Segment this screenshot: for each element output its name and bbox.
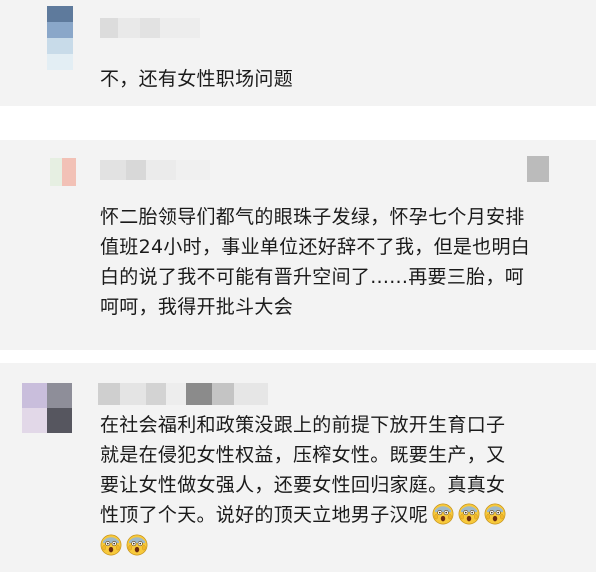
username[interactable] bbox=[100, 160, 210, 180]
comment-text: 不，还有女性职场问题 bbox=[100, 68, 294, 90]
comment-text: 在社会福利和政策没跟上的前提下放开生育口子 就是在侵犯女性权益，压榨女性。既要生… bbox=[100, 410, 506, 530]
comment-text: 怀二胎领导们都气的眼珠子发绿，怀孕七个月安排 值班24小时，事业单位还好辞不了我… bbox=[100, 206, 531, 318]
scream-emoji-icon bbox=[126, 534, 148, 556]
like-icon[interactable] bbox=[527, 156, 549, 182]
username[interactable] bbox=[98, 383, 268, 405]
avatar[interactable] bbox=[47, 6, 73, 70]
avatar[interactable] bbox=[50, 158, 76, 186]
comment-card: 在社会福利和政策没跟上的前提下放开生育口子 就是在侵犯女性权益，压榨女性。既要生… bbox=[0, 363, 596, 572]
scream-emoji-icon bbox=[432, 503, 454, 525]
username[interactable] bbox=[100, 18, 200, 38]
emoji-row bbox=[96, 531, 148, 561]
scream-emoji-icon bbox=[484, 503, 506, 525]
comment-card: 怀二胎领导们都气的眼珠子发绿，怀孕七个月安排 值班24小时，事业单位还好辞不了我… bbox=[0, 140, 596, 350]
avatar[interactable] bbox=[22, 383, 72, 433]
scream-emoji-icon bbox=[458, 503, 480, 525]
scream-emoji-icon bbox=[100, 534, 122, 556]
emoji-group-inline bbox=[428, 500, 506, 530]
comment-card: 不，还有女性职场问题 bbox=[0, 0, 596, 106]
